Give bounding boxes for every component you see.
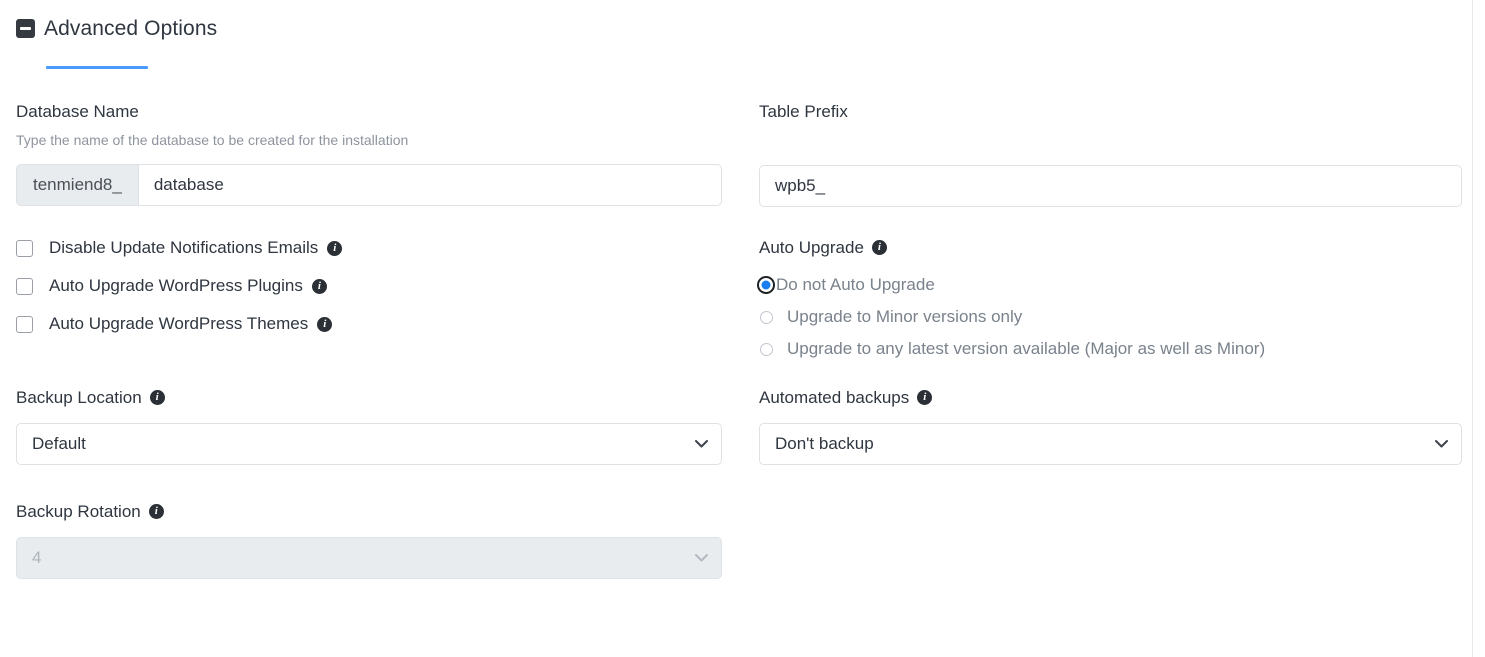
table-prefix-input-wrap	[759, 165, 1462, 207]
radio-row-any-latest-version[interactable]: Upgrade to any latest version available …	[760, 336, 1462, 362]
database-name-input[interactable]	[138, 164, 722, 206]
checkbox-label[interactable]: Auto Upgrade WordPress Plugins	[49, 276, 303, 296]
backup-location-field: Backup Location i Default	[16, 389, 722, 465]
radio-row-do-not-auto-upgrade[interactable]: Do not Auto Upgrade	[757, 272, 1462, 298]
checkbox-disable-update-emails[interactable]	[16, 240, 33, 257]
checkbox-row-auto-upgrade-plugins[interactable]: Auto Upgrade WordPress Plugins i	[16, 273, 722, 299]
backup-location-select-wrap[interactable]: Default	[16, 423, 722, 465]
radio-minor-versions-only[interactable]	[760, 311, 773, 324]
section-header[interactable]: Advanced Options	[16, 18, 217, 39]
database-name-help: Type the name of the database to be crea…	[16, 133, 722, 147]
minus-bar	[20, 27, 31, 30]
database-name-input-group: tenmiend8_	[16, 164, 722, 206]
checkbox-label[interactable]: Disable Update Notifications Emails	[49, 238, 318, 258]
info-icon[interactable]: i	[149, 504, 164, 519]
checkbox-auto-upgrade-plugins[interactable]	[16, 278, 33, 295]
checkbox-row-auto-upgrade-themes[interactable]: Auto Upgrade WordPress Themes i	[16, 311, 722, 337]
page-title: Advanced Options	[44, 18, 217, 39]
automated-backups-field: Automated backups i Don't backup	[759, 389, 1462, 465]
backup-rotation-select-wrap: 4	[16, 537, 722, 579]
backup-rotation-label: Backup Rotation i	[16, 503, 722, 520]
automated-backups-select-wrap[interactable]: Don't backup	[759, 423, 1462, 465]
options-checkbox-group: Disable Update Notifications Emails i Au…	[16, 235, 722, 337]
checkbox-row-disable-update-emails[interactable]: Disable Update Notifications Emails i	[16, 235, 722, 261]
database-name-prefix: tenmiend8_	[16, 164, 138, 206]
auto-upgrade-label: Auto Upgrade i	[759, 239, 1462, 256]
info-icon[interactable]: i	[312, 279, 327, 294]
radio-label[interactable]: Upgrade to any latest version available …	[787, 339, 1265, 359]
radio-any-latest-version[interactable]	[760, 343, 773, 356]
radio-do-not-auto-upgrade[interactable]	[757, 276, 775, 294]
accent-underline	[46, 66, 148, 69]
radio-label[interactable]: Upgrade to Minor versions only	[787, 307, 1022, 327]
automated-backups-label: Automated backups i	[759, 389, 1462, 406]
database-name-field: Database Name Type the name of the datab…	[16, 103, 722, 206]
radio-row-minor-versions-only[interactable]: Upgrade to Minor versions only	[760, 304, 1462, 330]
automated-backups-select[interactable]: Don't backup	[759, 423, 1462, 465]
table-prefix-field: Table Prefix	[759, 103, 1462, 207]
checkbox-label[interactable]: Auto Upgrade WordPress Themes	[49, 314, 308, 334]
backup-rotation-field: Backup Rotation i 4	[16, 503, 722, 579]
backup-location-select[interactable]: Default	[16, 423, 722, 465]
minus-square-icon[interactable]	[16, 19, 35, 38]
database-name-label: Database Name	[16, 103, 722, 120]
table-prefix-label: Table Prefix	[759, 103, 1462, 120]
radio-label[interactable]: Do not Auto Upgrade	[776, 275, 935, 295]
backup-location-label: Backup Location i	[16, 389, 722, 406]
auto-upgrade-field: Auto Upgrade i Do not Auto Upgrade Upgra…	[759, 239, 1462, 362]
checkbox-auto-upgrade-themes[interactable]	[16, 316, 33, 333]
info-icon[interactable]: i	[150, 390, 165, 405]
info-icon[interactable]: i	[317, 317, 332, 332]
table-prefix-input[interactable]	[759, 165, 1462, 207]
info-icon[interactable]: i	[327, 241, 342, 256]
info-icon[interactable]: i	[917, 390, 932, 405]
info-icon[interactable]: i	[872, 240, 887, 255]
backup-rotation-select: 4	[16, 537, 722, 579]
panel-right-border	[1472, 0, 1473, 657]
advanced-options-panel: Advanced Options Database Name Type the …	[0, 0, 1485, 657]
